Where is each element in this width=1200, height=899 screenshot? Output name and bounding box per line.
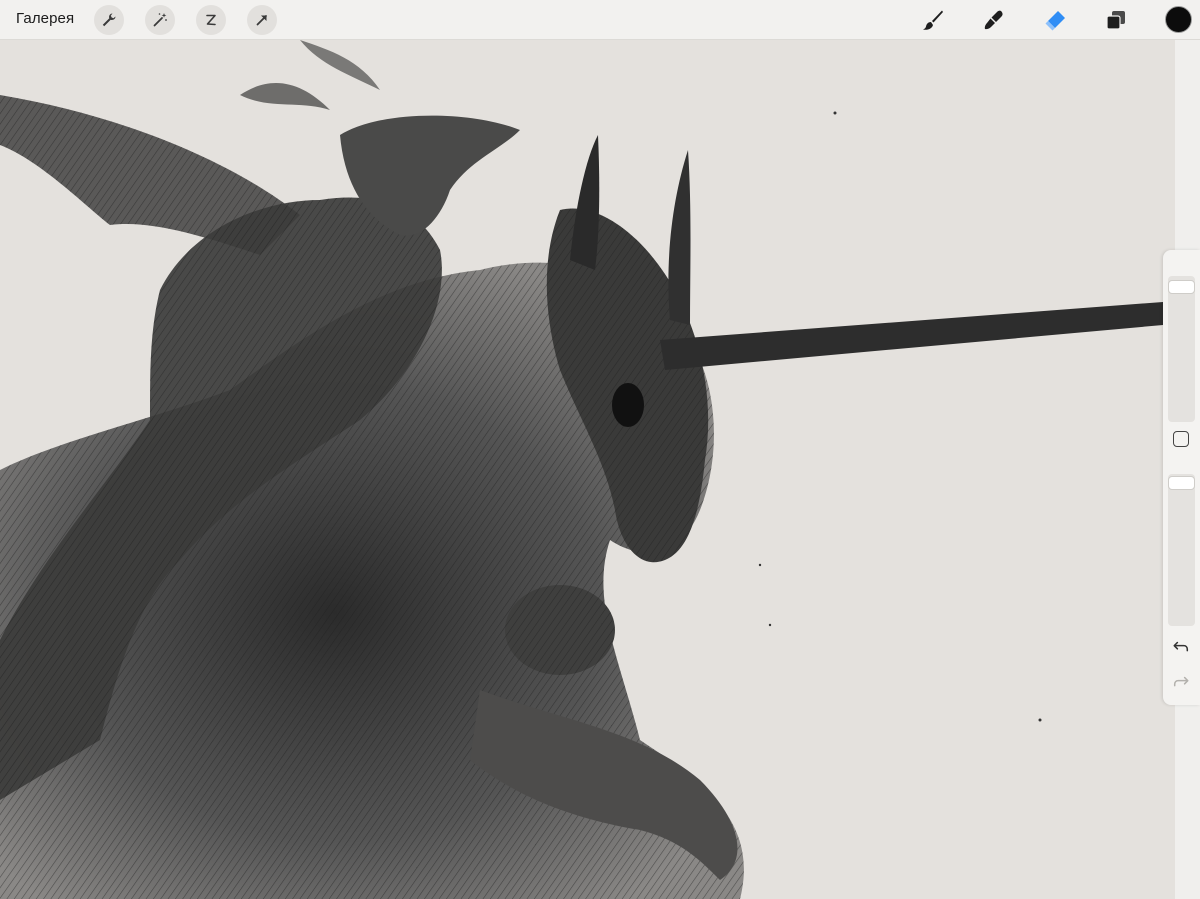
smudge-tool-button[interactable]	[979, 5, 1009, 35]
drawing-canvas[interactable]	[0, 40, 1175, 899]
modify-button[interactable]	[1173, 431, 1189, 447]
brush-size-slider[interactable]	[1168, 276, 1195, 422]
top-toolbar: Галерея	[0, 0, 1200, 40]
brush-size-knob[interactable]	[1168, 280, 1195, 294]
transform-arrow-icon	[256, 15, 267, 26]
selection-icon	[206, 14, 216, 26]
magic-wand-icon	[153, 13, 167, 27]
brush-tool-button[interactable]	[918, 5, 948, 35]
redo-button[interactable]	[1171, 672, 1191, 692]
transform-button[interactable]	[247, 5, 277, 35]
pencil-artwork	[0, 40, 1163, 899]
color-picker-button[interactable]	[1165, 6, 1192, 33]
smudge-icon	[984, 10, 1003, 30]
wrench-icon	[102, 13, 116, 27]
brush-icon	[923, 10, 943, 30]
redo-icon	[1173, 676, 1189, 687]
selection-button[interactable]	[196, 5, 226, 35]
undo-icon	[1173, 641, 1189, 652]
adjustments-button[interactable]	[145, 5, 175, 35]
lance	[660, 302, 1163, 370]
layers-button[interactable]	[1101, 5, 1131, 35]
gallery-button[interactable]: Галерея	[16, 10, 74, 27]
opacity-knob[interactable]	[1168, 476, 1195, 490]
eraser-tool-button[interactable]	[1040, 5, 1070, 35]
side-bar	[1163, 250, 1200, 705]
opacity-slider[interactable]	[1168, 474, 1195, 626]
actions-button[interactable]	[94, 5, 124, 35]
undo-button[interactable]	[1171, 637, 1191, 657]
layers-icon	[1106, 11, 1125, 30]
eraser-icon	[1045, 11, 1065, 31]
